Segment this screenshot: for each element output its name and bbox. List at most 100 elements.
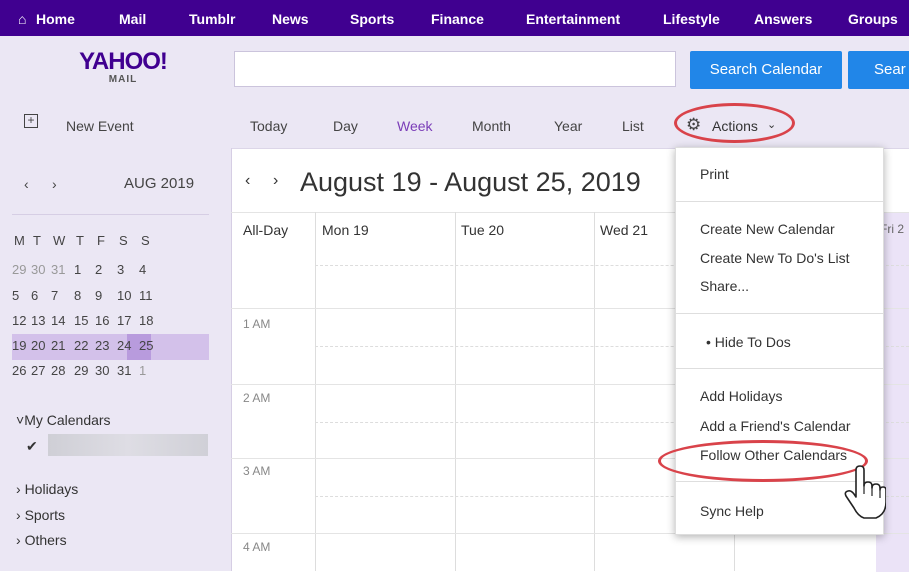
search-calendar-button[interactable]: Search Calendar [690, 51, 842, 89]
weekday-header: T [33, 233, 41, 248]
menu-create-todo-list[interactable]: Create New To Do's List [700, 250, 849, 266]
calendar-name-redacted [48, 434, 208, 456]
mini-day[interactable]: 28 [51, 363, 73, 378]
mini-day[interactable]: 29 [74, 363, 96, 378]
mini-day[interactable]: 6 [31, 288, 53, 303]
mini-day[interactable]: 20 [31, 338, 53, 353]
checkbox-checked[interactable]: ✔ [26, 438, 38, 455]
sports-toggle[interactable]: › Sports [16, 507, 65, 523]
time-label: 4 AM [243, 540, 271, 554]
mini-day[interactable]: 10 [117, 288, 139, 303]
nav-home[interactable]: Home [36, 11, 75, 27]
mini-day[interactable]: 14 [51, 313, 73, 328]
others-toggle[interactable]: › Others [16, 532, 67, 548]
menu-divider [676, 313, 883, 314]
next-week-icon[interactable]: › [273, 172, 278, 190]
menu-share[interactable]: Share... [700, 278, 749, 294]
col-tue: Tue 20 [461, 222, 505, 238]
chevron-down-icon: ˅ [16, 412, 25, 428]
menu-create-calendar[interactable]: Create New Calendar [700, 221, 835, 237]
mini-month-label: AUG 2019 [124, 175, 195, 192]
search-input[interactable] [234, 51, 676, 87]
week-title: August 19 - August 25, 2019 [300, 167, 641, 197]
mini-day[interactable]: 3 [117, 262, 139, 277]
mini-day[interactable]: 1 [74, 262, 96, 277]
view-day[interactable]: Day [333, 118, 358, 134]
new-event-icon[interactable]: + [24, 114, 38, 128]
others-label: Others [24, 532, 67, 548]
weekday-header: T [76, 233, 84, 248]
mini-day[interactable]: 27 [31, 363, 53, 378]
time-label: 1 AM [243, 317, 271, 331]
view-week[interactable]: Week [397, 118, 433, 134]
nav-tumblr[interactable]: Tumblr [189, 11, 235, 27]
home-icon[interactable]: ⌂ [18, 11, 26, 27]
view-list[interactable]: List [622, 118, 644, 134]
hand-cursor-icon [844, 465, 886, 519]
actions-highlight-oval [674, 103, 795, 143]
view-today[interactable]: Today [250, 118, 287, 134]
next-month-icon[interactable]: › [52, 176, 57, 192]
menu-hide-todos-label: Hide To Dos [714, 334, 791, 350]
mini-day[interactable]: 30 [95, 363, 117, 378]
nav-sports[interactable]: Sports [350, 11, 394, 27]
mini-day[interactable]: 18 [139, 313, 161, 328]
menu-add-friend-calendar[interactable]: Add a Friend's Calendar [700, 418, 851, 434]
menu-add-holidays[interactable]: Add Holidays [700, 388, 783, 404]
my-calendars-toggle[interactable]: ˅My Calendars [16, 412, 111, 428]
search-web-button[interactable]: Sear [848, 51, 909, 89]
nav-groups[interactable]: Groups [848, 11, 898, 27]
mini-day[interactable]: 22 [74, 338, 96, 353]
chevron-right-icon: › [16, 481, 25, 497]
prev-week-icon[interactable]: ‹ [245, 172, 250, 190]
logo-main: YAHOO! [79, 48, 168, 75]
yahoo-mail-logo[interactable]: YAHOO! MAIL [68, 48, 178, 86]
chevron-right-icon: › [16, 532, 25, 548]
time-label: 2 AM [243, 391, 271, 405]
nav-lifestyle[interactable]: Lifestyle [663, 11, 720, 27]
holidays-toggle[interactable]: › Holidays [16, 481, 78, 497]
menu-print[interactable]: Print [700, 166, 729, 182]
mini-day[interactable]: 15 [74, 313, 96, 328]
mini-day[interactable]: 11 [139, 288, 161, 303]
mini-day[interactable]: 8 [74, 288, 96, 303]
mini-day[interactable]: 9 [95, 288, 117, 303]
chevron-right-icon: › [16, 507, 25, 523]
mini-day[interactable]: 17 [117, 313, 139, 328]
mini-day[interactable]: 2 [95, 262, 117, 277]
mini-day[interactable]: 4 [139, 262, 161, 277]
prev-month-icon[interactable]: ‹ [24, 176, 29, 192]
mini-day[interactable]: 30 [31, 262, 53, 277]
divider [12, 214, 209, 215]
nav-entertainment[interactable]: Entertainment [526, 11, 620, 27]
menu-hide-todos[interactable]: • Hide To Dos [706, 334, 791, 350]
mini-day[interactable]: 7 [51, 288, 73, 303]
mini-day[interactable]: 24 [117, 338, 139, 353]
view-month[interactable]: Month [472, 118, 511, 134]
mini-day[interactable]: 31 [117, 363, 139, 378]
logo-sub: MAIL [108, 74, 138, 85]
mini-day[interactable]: 31 [51, 262, 73, 277]
new-event-button[interactable]: New Event [66, 118, 134, 134]
time-label: 3 AM [243, 464, 271, 478]
menu-divider [676, 201, 883, 202]
mini-day[interactable]: 23 [95, 338, 117, 353]
mini-day[interactable]: 13 [31, 313, 53, 328]
mini-day[interactable]: 1 [139, 363, 161, 378]
nav-finance[interactable]: Finance [431, 11, 484, 27]
view-year[interactable]: Year [554, 118, 582, 134]
mini-day[interactable]: 16 [95, 313, 117, 328]
holidays-label: Holidays [24, 481, 79, 497]
mini-day[interactable]: 25 [139, 338, 161, 353]
nav-mail[interactable]: Mail [119, 11, 146, 27]
follow-highlight-oval [658, 440, 868, 482]
menu-sync-help[interactable]: Sync Help [700, 503, 764, 519]
mini-day[interactable]: 21 [51, 338, 73, 353]
nav-answers[interactable]: Answers [754, 11, 812, 27]
weekday-header: F [97, 233, 105, 248]
col-mon: Mon 19 [322, 222, 369, 238]
nav-news[interactable]: News [272, 11, 309, 27]
all-day-header: All-Day [243, 222, 289, 238]
my-calendars-label: My Calendars [24, 412, 111, 428]
weekday-header: S [141, 233, 150, 248]
